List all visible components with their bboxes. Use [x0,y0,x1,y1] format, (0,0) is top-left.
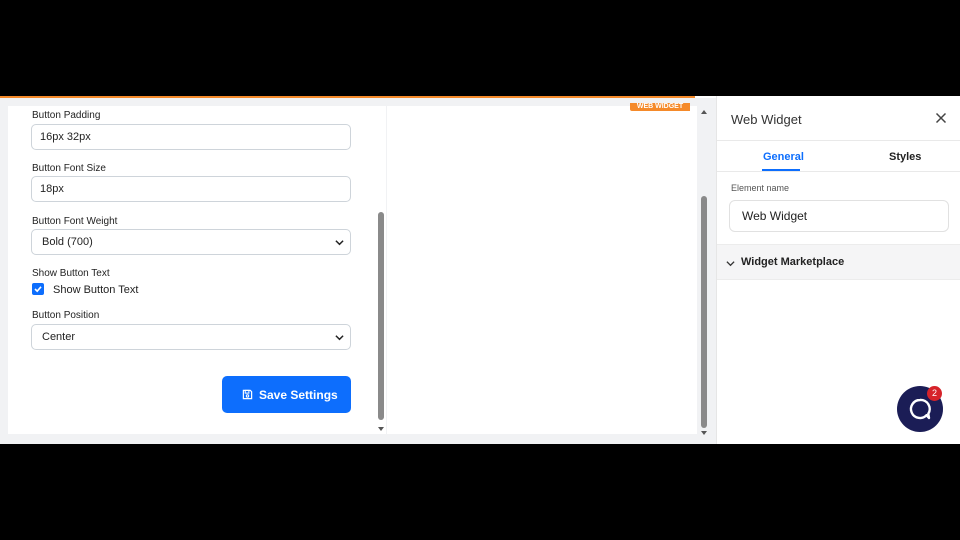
widget-marketplace-label: Widget Marketplace [741,256,845,268]
button-padding-input[interactable]: 16px 32px [31,124,351,150]
widget-marketplace-accordion[interactable]: Widget Marketplace [717,244,960,280]
chat-icon [909,398,931,420]
preview-canvas [387,106,697,434]
button-font-weight-select[interactable]: Bold (700) [31,229,351,255]
button-font-weight-label: Button Font Weight [32,216,118,227]
sidebar-title: Web Widget [731,112,802,127]
show-button-text-label: Show Button Text [32,268,110,279]
button-position-value: Center [42,331,76,343]
chevron-down-icon [335,240,344,246]
check-icon [34,286,42,293]
element-name-label: Element name [731,183,790,193]
save-icon [242,389,253,400]
chat-notification-badge: 2 [927,386,942,401]
button-font-size-label: Button Font Size [32,163,106,174]
tab-general[interactable]: General [763,151,804,163]
close-icon[interactable] [935,112,947,124]
sidebar-divider [717,140,960,141]
scroll-down-icon[interactable] [377,426,385,432]
preview-scrollbar[interactable] [700,104,708,440]
scroll-down-icon[interactable] [700,430,708,436]
editor-area: Button Padding 16px 32px Button Font Siz… [0,98,716,444]
button-position-select[interactable]: Center [31,324,351,350]
element-name-input[interactable]: Web Widget [729,200,949,232]
save-settings-button[interactable]: Save Settings [222,376,351,413]
button-position-label: Button Position [32,310,100,321]
form-scrollbar-thumb[interactable] [378,212,384,420]
preview-scrollbar-thumb[interactable] [701,196,707,428]
chevron-down-icon [335,335,344,341]
widget-settings-form: Button Padding 16px 32px Button Font Siz… [8,106,386,434]
web-widget-tag: WEB WIDGET [630,103,690,111]
show-button-text-checkbox-label[interactable]: Show Button Text [53,284,138,296]
tab-styles[interactable]: Styles [889,151,921,163]
app-window: Button Padding 16px 32px Button Font Siz… [0,96,960,444]
button-padding-label: Button Padding [32,110,101,121]
chevron-down-icon [726,261,735,267]
sidebar-divider [717,171,960,172]
form-scrollbar[interactable] [377,106,385,434]
scroll-up-icon[interactable] [700,109,708,115]
save-settings-label: Save Settings [259,388,338,402]
button-font-weight-value: Bold (700) [42,236,93,248]
show-button-text-checkbox[interactable] [32,283,44,295]
button-font-size-input[interactable]: 18px [31,176,351,202]
